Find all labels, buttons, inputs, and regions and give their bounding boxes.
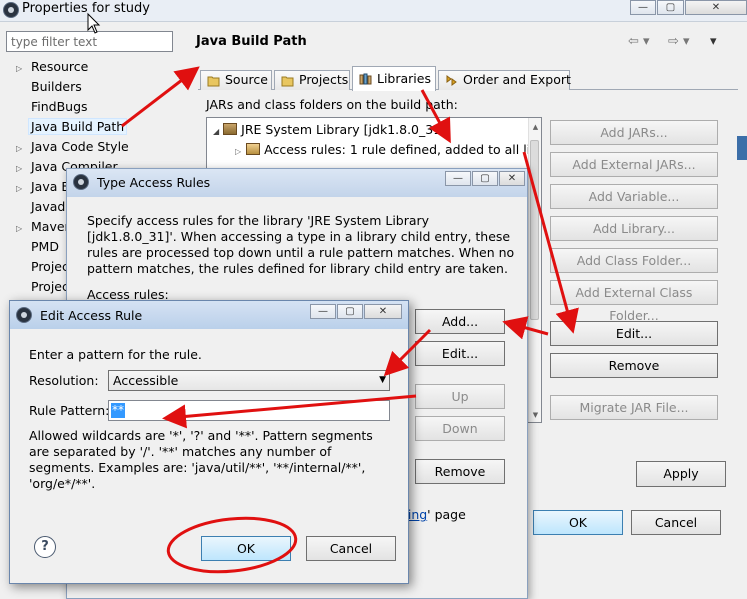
close-icon[interactable]: ✕ [499, 171, 525, 186]
order-export-icon [446, 75, 457, 86]
help-icon[interactable]: ? [34, 536, 56, 558]
remove-rule-button[interactable]: Remove [415, 459, 505, 484]
minimize-icon[interactable]: — [310, 304, 336, 319]
rule-intro-text: Enter a pattern for the rule. [29, 347, 202, 362]
move-up-button[interactable]: Up [415, 384, 505, 409]
tab-source[interactable]: Source [200, 70, 272, 90]
add-external-jars-button[interactable]: Add External JARs... [550, 152, 718, 177]
library-jar-icon [223, 123, 238, 135]
resolution-select[interactable]: Accessible ▼ [108, 370, 390, 391]
view-menu-icon[interactable]: ▾ [710, 34, 717, 49]
source-folder-icon [207, 76, 220, 87]
close-icon[interactable]: ✕ [364, 304, 402, 319]
chevron-down-icon: ▼ [379, 375, 386, 385]
move-down-button[interactable]: Down [415, 416, 505, 441]
nav-item-findbugs[interactable]: FindBugs [0, 97, 88, 117]
tree-row-access-rules[interactable]: ▷ Access rules: 1 rule defined, added to … [235, 140, 538, 160]
eclipse-app-icon [16, 307, 32, 323]
library-tree-scroll-thumb[interactable] [530, 140, 539, 320]
eclipse-app-icon [3, 2, 19, 18]
wildcard-help-text: Allowed wildcards are '*', '?' and '**'.… [29, 428, 373, 491]
edit-button[interactable]: Edit... [550, 321, 718, 346]
rule-pattern-value: ** [111, 403, 125, 418]
apply-button[interactable]: Apply [636, 461, 726, 487]
eclipse-app-icon [73, 174, 89, 190]
nav-item-builders[interactable]: Builders [0, 77, 82, 97]
edit-rule-button[interactable]: Edit... [415, 341, 505, 366]
back-arrow-icon[interactable]: ⇦ ▾ [628, 34, 650, 49]
nav-item-java-build-path[interactable]: Java Build Path [0, 117, 128, 137]
type-access-rules-description: Specify access rules for the library 'JR… [87, 213, 515, 276]
add-variable-button[interactable]: Add Variable... [550, 184, 718, 209]
expand-arrow-icon[interactable]: ▷ [16, 139, 28, 159]
migrate-jar-button[interactable]: Migrate JAR File... [550, 395, 718, 420]
resolution-value: Accessible [113, 373, 179, 388]
add-class-folder-button[interactable]: Add Class Folder... [550, 248, 718, 273]
filter-input[interactable] [6, 31, 173, 52]
cancel-button[interactable]: Cancel [306, 536, 396, 561]
expand-arrow-icon[interactable]: ▷ [235, 147, 241, 156]
background-window-edge [737, 136, 747, 160]
main-window-title: Properties for study [22, 1, 150, 16]
page-title: Java Build Path [196, 34, 307, 49]
nav-item-project-1[interactable]: Projec [0, 257, 69, 277]
resolution-label: Resolution: [29, 373, 99, 388]
edit-access-rule-body: Enter a pattern for the rule. Resolution… [18, 330, 400, 576]
jars-label: JARs and class folders on the build path… [206, 97, 458, 112]
cancel-button[interactable]: Cancel [631, 510, 721, 535]
close-icon[interactable]: ✕ [685, 0, 747, 15]
tree-row-jre[interactable]: ◢ JRE System Library [jdk1.8.0_31] [213, 120, 446, 140]
expand-arrow-icon[interactable]: ▷ [16, 159, 28, 179]
tab-order-and-export[interactable]: Order and Export [438, 70, 571, 90]
scroll-down-icon[interactable]: ▼ [529, 408, 542, 422]
maximize-icon[interactable]: ▢ [657, 0, 684, 15]
libraries-icon [359, 73, 372, 85]
type-access-rules-titlebar: Type Access Rules — ▢ ✕ [67, 169, 527, 197]
expand-arrow-icon[interactable]: ▷ [16, 219, 28, 239]
minimize-icon[interactable]: — [445, 171, 471, 186]
nav-item-java-code-style[interactable]: ▷ Java Code Style [0, 137, 129, 157]
rule-pattern-input[interactable]: ** [108, 400, 390, 421]
expand-arrow-icon[interactable]: ▷ [16, 59, 28, 79]
nav-item-java-editor[interactable]: ▷ Java E [0, 177, 69, 197]
nav-item-project-2[interactable]: Projec [0, 277, 69, 297]
edit-access-rule-titlebar: Edit Access Rule — ▢ ✕ [10, 301, 408, 329]
edit-access-rule-title: Edit Access Rule [40, 308, 143, 323]
add-rule-button[interactable]: Add... [415, 309, 505, 334]
nav-item-resource[interactable]: ▷ Resource [0, 57, 88, 77]
maximize-icon[interactable]: ▢ [472, 171, 498, 186]
access-rules-icon [246, 143, 261, 155]
build-path-tabs: Source Projects Libraries Order and Expo… [198, 66, 718, 91]
add-external-class-folder-button[interactable]: Add External Class Folder... [550, 280, 718, 323]
collapse-arrow-icon[interactable]: ◢ [213, 127, 219, 136]
rule-pattern-label: Rule Pattern: [29, 403, 110, 418]
remove-button[interactable]: Remove [550, 353, 718, 378]
ok-button[interactable]: OK [201, 536, 291, 561]
expand-arrow-icon[interactable]: ▷ [16, 179, 28, 199]
add-library-button[interactable]: Add Library... [550, 216, 718, 241]
main-titlebar: Properties for study — ▢ ✕ [0, 0, 747, 22]
nav-item-maven[interactable]: ▷ Maven [0, 217, 72, 237]
type-access-rules-title: Type Access Rules [97, 175, 211, 190]
maximize-icon[interactable]: ▢ [337, 304, 363, 319]
tab-libraries[interactable]: Libraries [352, 66, 436, 91]
project-icon [281, 76, 294, 87]
forward-arrow-icon[interactable]: ⇨ ▾ [668, 34, 690, 49]
minimize-icon[interactable]: — [630, 0, 656, 15]
ok-button[interactable]: OK [533, 510, 623, 535]
tab-projects[interactable]: Projects [274, 70, 350, 90]
nav-item-pmd[interactable]: PMD [0, 237, 59, 257]
edit-access-rule-dialog: Edit Access Rule — ▢ ✕ Enter a pattern f… [9, 300, 409, 584]
scroll-up-icon[interactable]: ▲ [529, 120, 542, 134]
nav-item-javadoc[interactable]: Javado [0, 197, 73, 217]
add-jars-button[interactable]: Add JARs... [550, 120, 718, 145]
